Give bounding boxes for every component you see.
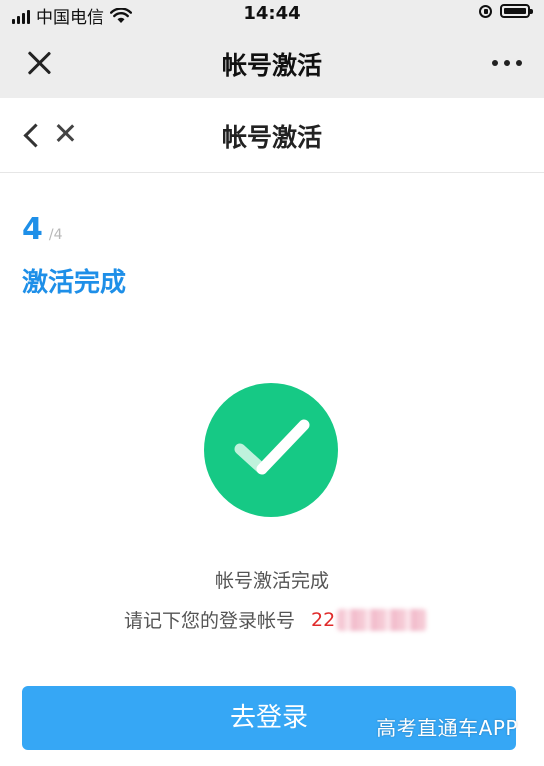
redacted-account-mask [337, 608, 428, 631]
status-right [479, 4, 533, 18]
more-icon[interactable] [492, 60, 522, 66]
success-badge [204, 383, 338, 517]
account-line: 请记下您的登录帐号 22 [124, 606, 428, 633]
step-label: 激活完成 [22, 268, 127, 298]
wechat-title: 帐号激活 [221, 51, 322, 80]
page-title: 帐号激活 [221, 123, 322, 152]
page-header: 帐号激活 [0, 98, 544, 173]
activation-complete-text: 帐号激活完成 [214, 570, 329, 592]
orientation-lock-icon [479, 4, 492, 18]
watermark: 高考直通车APP [376, 716, 518, 740]
wechat-nav-bar: 帐号激活 [0, 28, 544, 98]
account-number: 22 [311, 608, 336, 631]
step-indicator: 4/4 [22, 212, 63, 247]
step-current: 4 [22, 212, 43, 247]
status-time: 14:44 [243, 3, 301, 24]
status-bar: 中国电信 14:44 [0, 0, 544, 28]
checkmark-icon [234, 419, 310, 475]
battery-icon [500, 4, 533, 18]
step-total: /4 [48, 227, 63, 243]
account-prompt: 请记下您的登录帐号 [124, 610, 296, 632]
page: 中国电信 14:44 帐号激活 帐号激活 4/4 激活完成 帐号激活完成 请记下… [0, 0, 544, 766]
